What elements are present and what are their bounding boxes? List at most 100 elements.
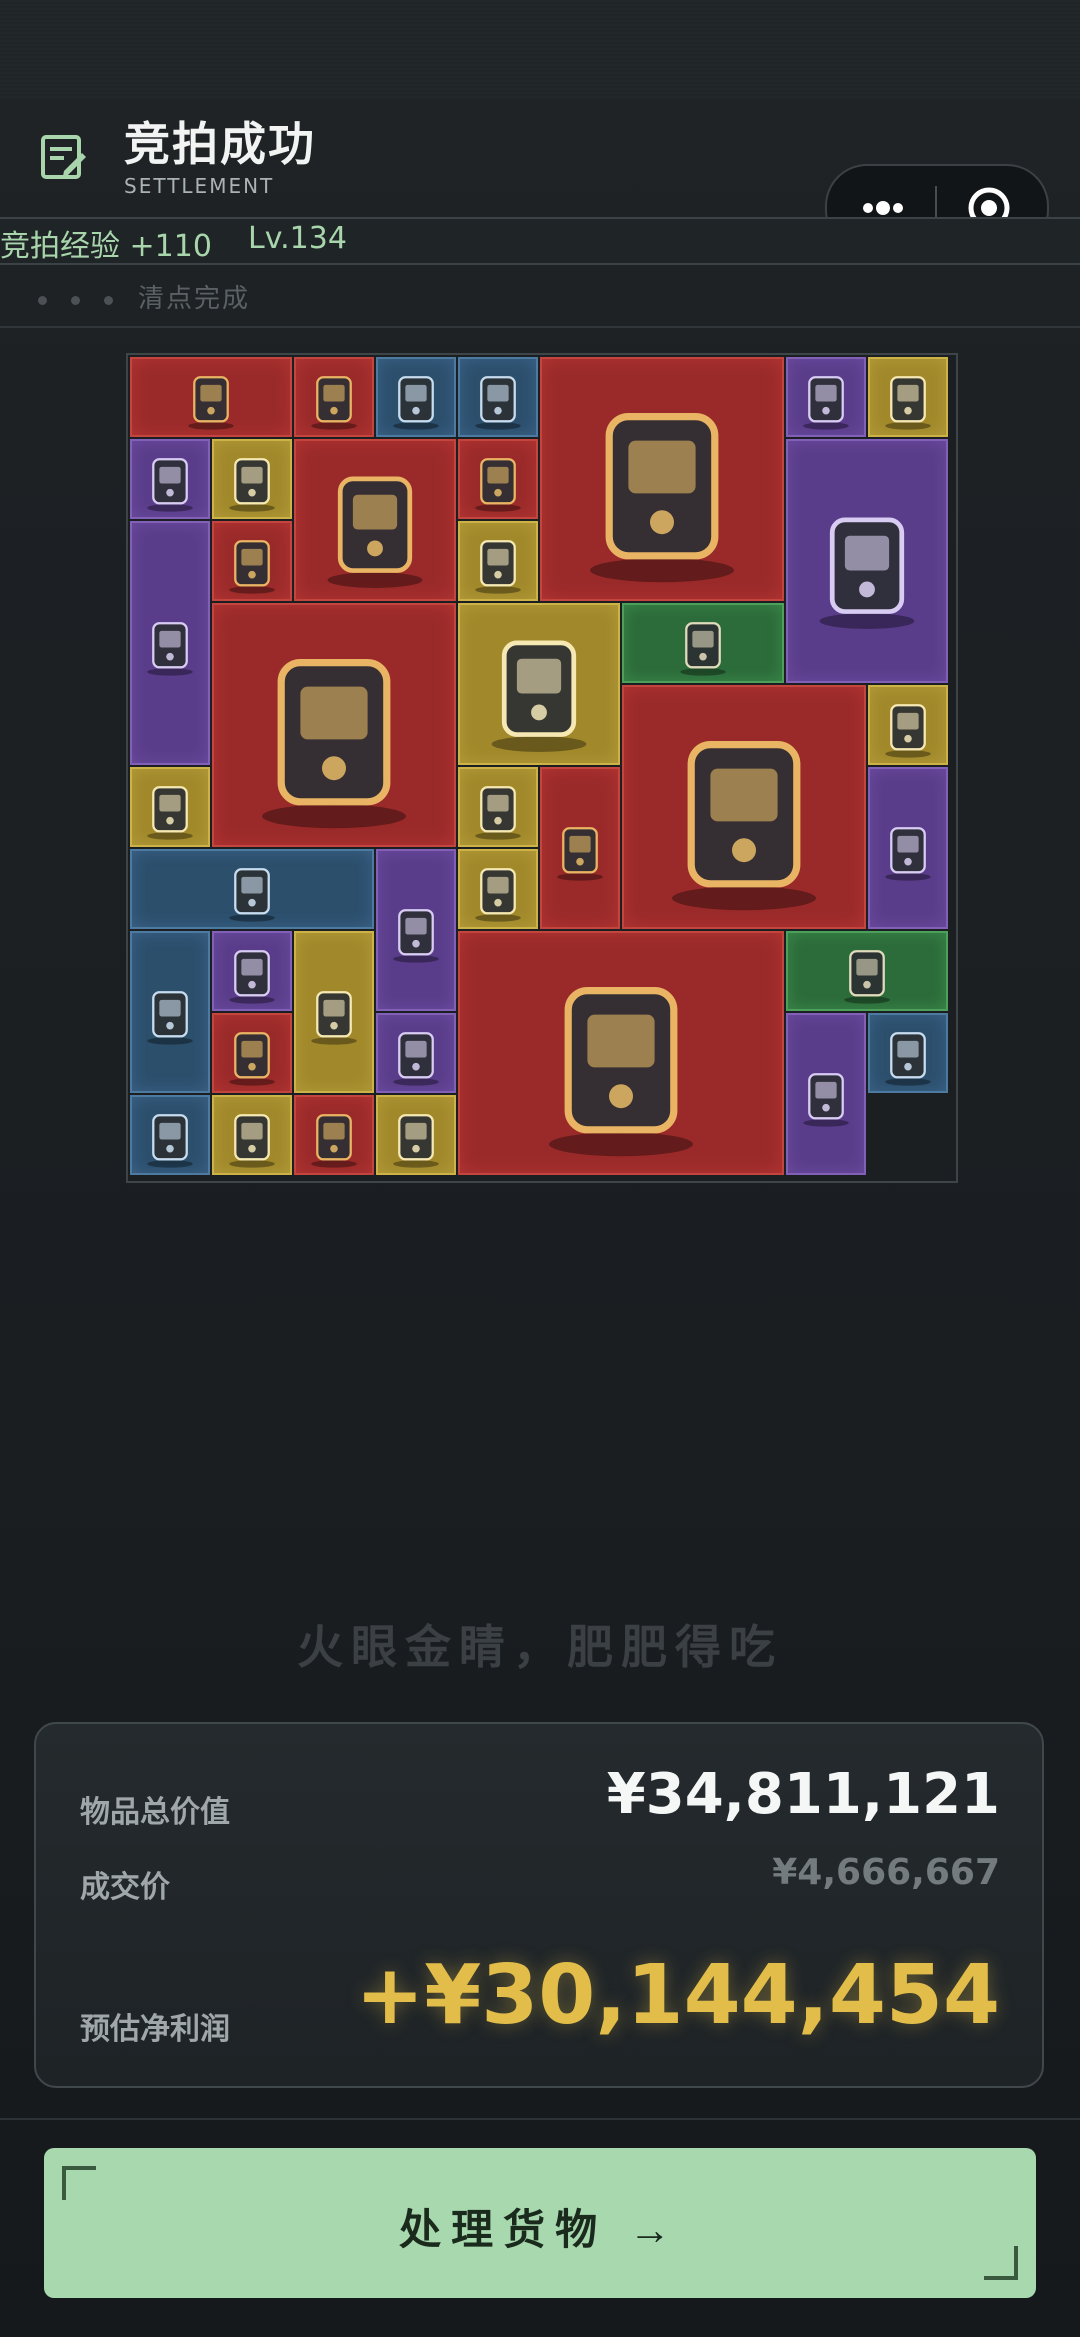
divider [0, 326, 1080, 328]
crown-box-icon [262, 659, 406, 829]
empty-slot [868, 1095, 948, 1175]
compact-camera-icon [229, 1114, 275, 1168]
old-paper-icon [680, 622, 726, 676]
loot-item[interactable] [130, 521, 210, 765]
flashlight-icon [475, 458, 521, 512]
loot-item[interactable] [294, 439, 456, 601]
status-bar-area [0, 0, 1080, 100]
level-text: Lv.134 [248, 221, 347, 256]
spearhead-icon [803, 1073, 849, 1127]
loot-item[interactable] [868, 357, 948, 437]
loot-item[interactable] [376, 849, 456, 1011]
torch-icon [393, 1032, 439, 1086]
radio-icon [327, 476, 423, 588]
loot-item[interactable] [868, 1013, 948, 1093]
map-icon [844, 950, 890, 1004]
loot-item[interactable] [458, 357, 538, 437]
loot-item[interactable] [540, 767, 620, 929]
champagne-icon [557, 827, 603, 881]
loot-item[interactable] [294, 931, 374, 1093]
tin-box-icon [475, 376, 521, 430]
loot-item[interactable] [130, 357, 292, 437]
loot-item[interactable] [212, 931, 292, 1011]
progress-dots [38, 290, 137, 309]
loot-item[interactable] [622, 685, 866, 929]
total-value-label: 物品总价值 [80, 1795, 230, 1830]
compass-icon [229, 1032, 275, 1086]
lantern-icon [147, 622, 193, 676]
corner-bracket [62, 2166, 96, 2200]
saw-icon [229, 868, 275, 922]
loot-item[interactable] [294, 357, 374, 437]
pendant-icon [393, 1114, 439, 1168]
loot-item[interactable] [130, 1095, 210, 1175]
process-cargo-button[interactable]: 处理货物 → [44, 2148, 1036, 2298]
loot-item[interactable] [786, 357, 866, 437]
loot-item[interactable] [376, 1013, 456, 1093]
divider [0, 2118, 1080, 2120]
edit-note-icon [41, 135, 86, 179]
loot-item[interactable] [212, 603, 456, 847]
process-cargo-label: 处理货物 → [399, 2206, 681, 2253]
slogan: 火眼金睛，肥肥得吃 [297, 1620, 783, 1674]
profit-label: 预估净利润 [80, 2012, 230, 2047]
soda-can-icon [393, 376, 439, 430]
diamond-icon [229, 540, 275, 594]
cheese-bar-icon [229, 458, 275, 512]
loot-item[interactable] [212, 439, 292, 519]
energy-reactor-icon [672, 741, 816, 911]
loot-item[interactable] [458, 767, 538, 847]
loot-item[interactable] [458, 439, 538, 519]
loot-item[interactable] [130, 439, 210, 519]
server-crate-icon [549, 987, 693, 1157]
profit-value: +¥30,144,454 [355, 1948, 1000, 2043]
figurine-icon [311, 991, 357, 1045]
loot-item[interactable] [130, 849, 374, 929]
ration-box-icon [147, 786, 193, 840]
vest-icon [147, 458, 193, 512]
ballerina-icon [147, 991, 193, 1045]
ammo-box-icon [147, 1114, 193, 1168]
loot-item[interactable] [786, 439, 948, 683]
loot-item[interactable] [458, 931, 784, 1175]
loot-item[interactable] [376, 357, 456, 437]
book-icon [393, 909, 439, 963]
loot-item[interactable] [540, 357, 784, 601]
loot-item[interactable] [458, 603, 620, 765]
divider [0, 263, 1080, 265]
loot-grid [126, 353, 958, 1183]
energy-reactor-icon [590, 413, 734, 583]
loot-item[interactable] [458, 521, 538, 601]
moon-lamp-icon [819, 517, 915, 629]
loot-item[interactable] [376, 1095, 456, 1175]
corner-bracket [984, 2246, 1018, 2280]
usb-drive-icon [311, 376, 357, 430]
blade-icon [803, 376, 849, 430]
loot-item[interactable] [212, 1095, 292, 1175]
loot-item[interactable] [458, 849, 538, 929]
loot-item[interactable] [212, 1013, 292, 1093]
page-title: 竞拍成功 [124, 117, 316, 171]
coffee-bag-icon [885, 1032, 931, 1086]
total-value: ¥34,811,121 [606, 1762, 1000, 1827]
arrowhead-icon [229, 950, 275, 1004]
header-icon [38, 131, 88, 181]
loot-item[interactable] [868, 767, 948, 929]
watch-chain-icon [311, 1114, 357, 1168]
loot-item[interactable] [622, 603, 784, 683]
loot-item[interactable] [294, 1095, 374, 1175]
tablet-icon [188, 376, 234, 430]
loot-item[interactable] [130, 767, 210, 847]
page-subtitle: SETTLEMENT [124, 174, 275, 198]
deal-price-label: 成交价 [80, 1870, 170, 1905]
status-text: 清点完成 [138, 284, 251, 314]
loot-item[interactable] [786, 1013, 866, 1175]
loot-item[interactable] [786, 931, 948, 1011]
filter-canister-icon [475, 540, 521, 594]
loot-item[interactable] [130, 931, 210, 1093]
loot-item[interactable] [212, 521, 292, 601]
envelope-icon [885, 827, 931, 881]
camera-icon [491, 640, 587, 752]
lens-icon [475, 786, 521, 840]
loot-item[interactable] [868, 685, 948, 765]
